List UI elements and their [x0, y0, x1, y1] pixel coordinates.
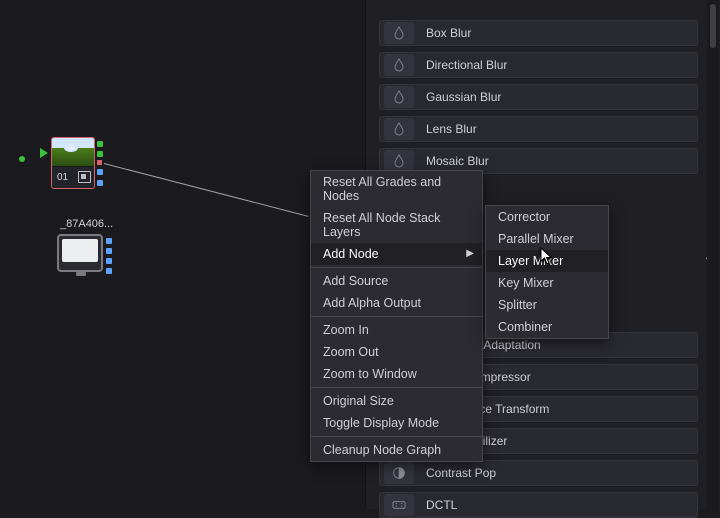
node-out-port-rgb[interactable] — [97, 141, 103, 147]
effect-item-lens-blur[interactable]: Lens Blur — [379, 116, 698, 142]
clip-port-2[interactable] — [106, 248, 112, 254]
effect-item-directional-blur[interactable]: Directional Blur — [379, 52, 698, 78]
effect-item-dctl[interactable]: DCTL — [379, 492, 698, 518]
clip-label: _87A406... — [60, 218, 113, 230]
clip-port-1[interactable] — [106, 238, 112, 244]
node-context-menu[interactable]: Reset All Grades and Nodes Reset All Nod… — [310, 170, 483, 462]
menu-zoom-window[interactable]: Zoom to Window — [311, 363, 482, 385]
menu-toggle-display[interactable]: Toggle Display Mode — [311, 412, 482, 434]
effect-item-gaussian-blur[interactable]: Gaussian Blur — [379, 84, 698, 110]
node-connection-line — [104, 163, 309, 217]
effect-label: DCTL — [426, 498, 457, 512]
effect-label: Mosaic Blur — [426, 154, 489, 168]
effect-label: Box Blur — [426, 26, 471, 40]
droplet-icon — [384, 54, 414, 76]
menu-cleanup-graph[interactable]: Cleanup Node Graph — [311, 439, 482, 461]
add-node-submenu[interactable]: Corrector Parallel Mixer Layer Mixer Key… — [485, 205, 609, 339]
menu-separator — [311, 267, 482, 268]
scrollbar-thumb[interactable] — [710, 4, 716, 48]
submenu-corrector[interactable]: Corrector — [486, 206, 608, 228]
effect-label: Gaussian Blur — [426, 90, 501, 104]
effect-item-contrast-pop[interactable]: Contrast Pop — [379, 460, 698, 486]
graph-input-port[interactable] — [19, 156, 25, 162]
menu-add-alpha[interactable]: Add Alpha Output — [311, 292, 482, 314]
effect-label: Contrast Pop — [426, 466, 496, 480]
submenu-combiner[interactable]: Combiner — [486, 316, 608, 338]
effect-label: Directional Blur — [426, 58, 507, 72]
node-thumbnail — [52, 138, 94, 167]
droplet-icon — [384, 86, 414, 108]
node-label-bar: 01 — [52, 167, 94, 188]
submenu-splitter[interactable]: Splitter — [486, 294, 608, 316]
submenu-layer-mixer[interactable]: Layer Mixer — [486, 250, 608, 272]
dctl-icon — [384, 494, 414, 516]
color-node-01[interactable]: 01 — [51, 137, 95, 189]
menu-separator — [311, 436, 482, 437]
menu-reset-grades[interactable]: Reset All Grades and Nodes — [311, 171, 482, 207]
menu-zoom-out[interactable]: Zoom Out — [311, 341, 482, 363]
menu-separator — [311, 387, 482, 388]
droplet-icon — [384, 22, 414, 44]
effect-item-box-blur[interactable]: Box Blur — [379, 20, 698, 46]
droplet-icon — [384, 118, 414, 140]
submenu-parallel-mixer[interactable]: Parallel Mixer — [486, 228, 608, 250]
clip-port-4[interactable] — [106, 268, 112, 274]
contrast-icon — [384, 462, 414, 484]
menu-zoom-in[interactable]: Zoom In — [311, 319, 482, 341]
menu-separator — [311, 316, 482, 317]
node-link-port[interactable] — [97, 160, 102, 165]
submenu-arrow-icon: ▶ — [466, 248, 474, 259]
node-input-arrow — [40, 148, 48, 158]
submenu-key-mixer[interactable]: Key Mixer — [486, 272, 608, 294]
menu-add-node[interactable]: Add Node▶ — [311, 243, 482, 265]
droplet-icon — [384, 150, 414, 172]
menu-add-source[interactable]: Add Source — [311, 270, 482, 292]
node-out-port-alpha[interactable] — [97, 169, 103, 175]
menu-original-size[interactable]: Original Size — [311, 390, 482, 412]
node-out-port-rgb2[interactable] — [97, 151, 103, 157]
menu-reset-stack[interactable]: Reset All Node Stack Layers — [311, 207, 482, 243]
monitor-icon — [57, 234, 103, 272]
clip-port-3[interactable] — [106, 258, 112, 264]
node-number: 01 — [57, 172, 68, 183]
node-out-port-alpha2[interactable] — [97, 180, 103, 186]
effects-scrollbar[interactable] — [707, 0, 719, 509]
node-indicator-icon — [78, 171, 91, 183]
effect-label: Lens Blur — [426, 122, 477, 136]
